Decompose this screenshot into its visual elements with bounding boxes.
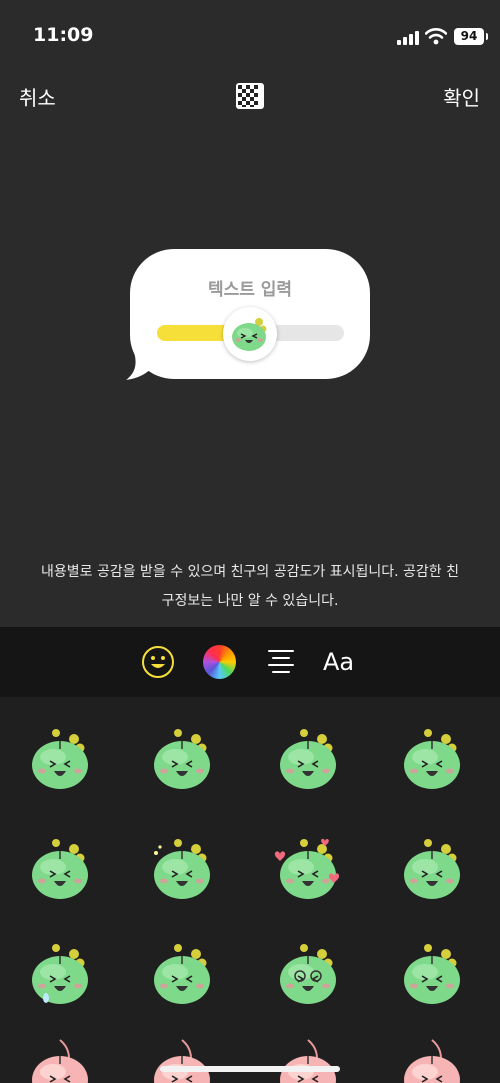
sticker-green-character-blushing[interactable] [142, 827, 222, 907]
align-center-icon[interactable] [268, 645, 294, 679]
description-line-2: 구정보는 나만 알 수 있습니다. [161, 593, 339, 609]
sticker-peach-character-nervous[interactable] [268, 1032, 348, 1083]
sticker-grid [0, 697, 500, 1083]
checkerboard-icon[interactable] [236, 83, 264, 109]
sticker-green-character-sleepy[interactable] [392, 717, 472, 797]
smiley-icon[interactable] [141, 645, 175, 679]
confirm-button[interactable]: 확인 [443, 82, 480, 111]
sticker-green-character-glasses[interactable] [268, 932, 348, 1012]
signal-icon [397, 31, 419, 45]
font-button[interactable]: Aa [323, 645, 363, 679]
sticker-green-character-tongue[interactable] [142, 932, 222, 1012]
wifi-icon [425, 28, 447, 45]
cancel-button[interactable]: 취소 [19, 82, 56, 111]
sticker-green-character-small[interactable] [20, 827, 100, 907]
sticker-green-character-smiling[interactable] [142, 717, 222, 797]
sticker-green-character-happy[interactable] [392, 827, 472, 907]
sticker-peach-character-grinning[interactable] [392, 1032, 472, 1083]
sticker-peach-character-smiling[interactable] [142, 1032, 222, 1083]
style-toolbar: Aa [0, 627, 500, 697]
sticker-green-character-surprised[interactable] [268, 717, 348, 797]
battery-icon: 94 [454, 28, 488, 45]
top-nav: 취소 확인 [0, 80, 500, 116]
preview-title[interactable]: 텍스트 입력 [130, 275, 370, 300]
sticker-green-character-hearts[interactable] [268, 827, 348, 907]
reaction-slider-thumb[interactable] [223, 307, 277, 361]
home-indicator [160, 1066, 340, 1072]
status-bar: 11:09 94 [0, 0, 500, 72]
status-time: 11:09 [33, 24, 94, 46]
sticker-green-character-laughing[interactable] [20, 717, 100, 797]
green-character-icon [232, 318, 267, 351]
preview-bubble[interactable]: 텍스트 입력 [130, 249, 370, 379]
sticker-green-character-squint[interactable] [392, 932, 472, 1012]
color-wheel-icon[interactable] [203, 645, 236, 679]
reaction-description: 내용별로 공감을 받을 수 있으며 친구의 공감도가 표시됩니다. 공감한 친 … [20, 558, 480, 616]
sticker-green-character-crying[interactable] [20, 932, 100, 1012]
sticker-peach-character-laughing[interactable] [20, 1032, 100, 1083]
description-line-1: 내용별로 공감을 받을 수 있으며 친구의 공감도가 표시됩니다. 공감한 친 [40, 564, 460, 580]
